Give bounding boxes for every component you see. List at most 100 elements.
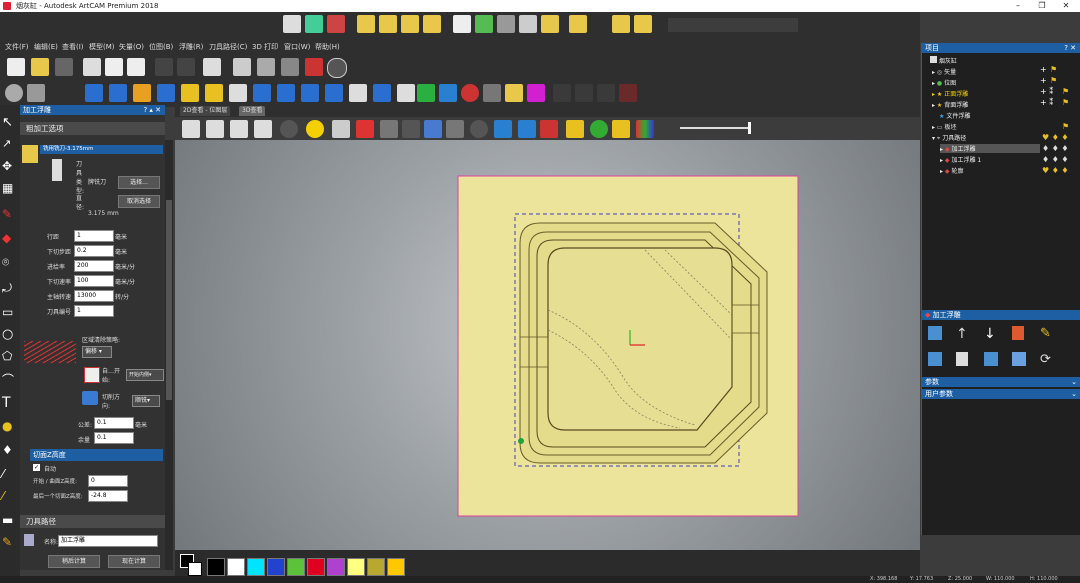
transparency-slider-handle[interactable] <box>748 122 751 134</box>
add-front-layer-icon[interactable]: + ⁑ <box>1040 87 1053 96</box>
relief-op-3-icon[interactable] <box>133 84 151 102</box>
menu-window[interactable]: 窗口(W) <box>284 42 310 52</box>
relief-op-7-icon[interactable] <box>229 84 247 102</box>
view-side-icon[interactable] <box>254 120 272 138</box>
calculate-icon[interactable] <box>928 352 942 366</box>
axes-icon[interactable] <box>356 120 374 138</box>
palette-swatch[interactable] <box>247 558 265 576</box>
zoom-icon[interactable] <box>5 84 23 102</box>
tree-item-profile[interactable]: ▸ ◆ 轮廓 <box>940 166 963 175</box>
tree-item-root[interactable]: 烟灰缸 <box>930 56 957 65</box>
grid-display-icon[interactable] <box>380 120 398 138</box>
palette-swatch[interactable] <box>267 558 285 576</box>
menu-view[interactable]: 查看(I) <box>62 42 84 52</box>
palette-swatch[interactable] <box>327 558 345 576</box>
pin-icon[interactable]: ♦ <box>2 443 17 458</box>
relief-op-6-icon[interactable] <box>205 84 223 102</box>
relief-op-8-icon[interactable] <box>253 84 271 102</box>
align-icon[interactable] <box>327 15 345 33</box>
relief-op-11-icon[interactable] <box>325 84 343 102</box>
cut-direction-select[interactable]: 顺铣▾ <box>132 395 160 407</box>
paste-icon[interactable] <box>127 58 145 76</box>
relief-op-4-icon[interactable] <box>157 84 175 102</box>
primary-secondary-colour[interactable] <box>180 554 202 576</box>
square-magenta-icon[interactable] <box>527 84 545 102</box>
strategy-select[interactable]: 偏移 ▾ <box>82 346 112 358</box>
paint-icon[interactable]: ✎ <box>2 535 17 550</box>
relief-op-14-icon[interactable] <box>397 84 415 102</box>
feedrate-input[interactable]: 200 <box>74 260 114 272</box>
wand-icon[interactable]: ⁄ <box>2 489 17 504</box>
tree-item-machine-relief[interactable]: ▸ ◆ 加工浮雕 <box>940 144 1040 153</box>
lightbulb-bitmap-icon[interactable]: ⚑ <box>1050 76 1057 85</box>
pipe-icon[interactable] <box>505 84 523 102</box>
tool-number-input[interactable]: 1 <box>74 305 114 317</box>
view-iso-icon[interactable] <box>182 120 200 138</box>
tree-item-bitmaps[interactable]: ▸ ● 位图 <box>932 78 956 87</box>
open-icon[interactable] <box>31 58 49 76</box>
node-edit-icon[interactable]: ↗ <box>2 137 17 152</box>
link-icon[interactable] <box>634 15 652 33</box>
secondary-colour-swatch[interactable] <box>188 562 202 576</box>
3d-viewport[interactable] <box>175 140 920 550</box>
toolpath-visibility-icons[interactable]: ♥ ♦ ♦ <box>1042 133 1069 142</box>
fill-tool-icon[interactable]: ◆ <box>2 231 17 246</box>
edit-icon[interactable]: ✎ <box>1040 326 1051 341</box>
tool-folder-icon[interactable] <box>22 145 38 163</box>
text-tool-icon[interactable]: T <box>2 395 17 411</box>
calculate-later-button[interactable]: 稍后计算 <box>48 555 100 568</box>
material-icon[interactable] <box>424 120 442 138</box>
lightbulb-front-icon[interactable]: ⚑ <box>1062 87 1069 96</box>
star-shape-icon[interactable] <box>494 120 512 138</box>
palette-swatch[interactable] <box>207 558 225 576</box>
panel-controls-icon[interactable]: ? ▴ ✕ <box>143 105 161 115</box>
relief-op-10-icon[interactable] <box>301 84 319 102</box>
menu-relief[interactable]: 浮雕(R) <box>179 42 203 52</box>
tree-item-back-relief[interactable]: ▸ ★ 背面浮雕 <box>932 100 968 109</box>
grid-tool-icon[interactable]: ▦ <box>2 181 17 196</box>
last-cut-input[interactable]: -24.8 <box>88 490 128 502</box>
rectangle-icon[interactable]: ▭ <box>2 305 17 320</box>
allowance-input[interactable]: 0.1 <box>94 432 134 444</box>
delete-icon[interactable] <box>1012 326 1024 340</box>
render-icon[interactable] <box>612 120 630 138</box>
move-up-icon[interactable]: ↑ <box>956 326 968 342</box>
curve-draw-icon[interactable]: ⤾ <box>2 281 17 296</box>
spiral-icon[interactable] <box>461 84 479 102</box>
menu-bitmap[interactable]: 位图(B) <box>149 42 173 52</box>
tree-item-front-relief[interactable]: ▸ ★ 正面浮雕 <box>932 89 968 98</box>
relief-op-9-icon[interactable] <box>277 84 295 102</box>
add-vector-layer-icon[interactable]: + <box>1040 65 1047 74</box>
menu-model[interactable]: 模型(M) <box>89 42 115 52</box>
merge-icon[interactable] <box>305 15 323 33</box>
light-bulb-icon[interactable] <box>306 120 324 138</box>
transparency-slider[interactable] <box>680 127 750 129</box>
open-folder-icon[interactable] <box>357 15 375 33</box>
scissors-tool-icon[interactable] <box>401 15 419 33</box>
layer-icon[interactable] <box>281 58 299 76</box>
sheet-icon[interactable] <box>956 352 968 366</box>
transform-icon[interactable]: ✥ <box>2 159 17 174</box>
cut-icon[interactable] <box>83 58 101 76</box>
calculate-now-button[interactable]: 现在计算 <box>108 555 160 568</box>
stepover-input[interactable]: 1 <box>74 230 114 242</box>
auto-checkbox[interactable]: ✓ <box>33 464 40 471</box>
plunge-rate-input[interactable]: 100 <box>74 275 114 287</box>
menu-vector[interactable]: 矢量(O) <box>119 42 144 52</box>
nodes-icon[interactable] <box>569 15 587 33</box>
copy-icon[interactable] <box>105 58 123 76</box>
maximize-button[interactable]: ❐ <box>1030 0 1054 12</box>
stack-icon[interactable] <box>439 84 457 102</box>
toolpath-item-icons-3[interactable]: ♥ ♦ ♦ <box>1042 166 1069 175</box>
save-icon[interactable] <box>55 58 73 76</box>
tool-display-icon[interactable] <box>402 120 420 138</box>
z-height-section-header[interactable]: 切面Z高度 <box>30 449 163 461</box>
redo-icon[interactable] <box>177 58 195 76</box>
display-relief-icon[interactable] <box>332 120 350 138</box>
view-top-icon[interactable] <box>230 120 248 138</box>
drop-icon[interactable]: ● <box>2 419 17 434</box>
tree-item-vectors[interactable]: ▸ ◎ 矢量 <box>932 67 956 76</box>
toolpath-item-icons-2[interactable]: ♦ ♦ ♦ <box>1042 155 1069 164</box>
tree-item-toolpaths[interactable]: ▾ ⌖ 刀具路径 <box>932 133 966 143</box>
toolpath-name-input[interactable]: 加工浮雕 <box>58 535 158 547</box>
